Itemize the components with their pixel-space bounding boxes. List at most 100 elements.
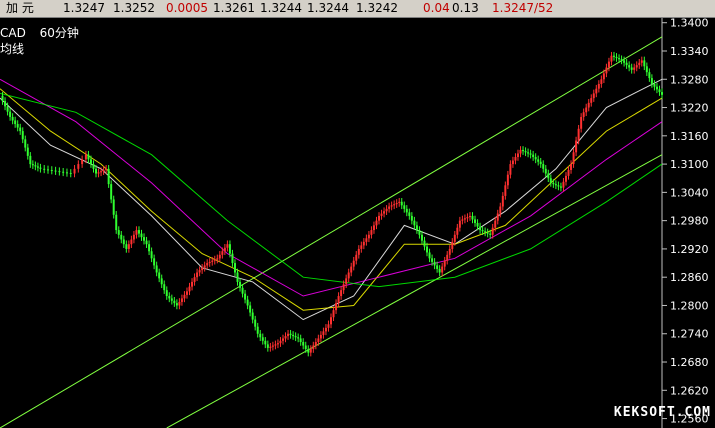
watermark: KEKSOFT.COM	[613, 405, 711, 420]
candle-body	[496, 213, 499, 221]
candle-body	[226, 244, 229, 248]
candle-body	[600, 79, 603, 84]
candle-body	[577, 128, 580, 141]
candle-body	[645, 66, 648, 73]
candle-body	[542, 164, 545, 169]
candle-body	[97, 172, 100, 174]
candle-body	[140, 233, 143, 238]
candle-body	[6, 106, 9, 112]
candle-body	[43, 168, 46, 170]
candle-body	[524, 151, 527, 153]
candle-body	[438, 268, 441, 273]
candle-body	[426, 246, 429, 253]
candle-body	[213, 259, 216, 261]
candle-body	[453, 234, 456, 242]
candle-body	[208, 261, 211, 264]
candle-body	[173, 300, 176, 304]
candle-body	[261, 337, 264, 341]
candle-body	[564, 175, 567, 182]
candle-body	[249, 305, 252, 313]
candle-body	[362, 241, 365, 246]
candle-body	[223, 247, 226, 252]
y-tick-label: 1.3160	[670, 130, 709, 143]
candle-body	[602, 73, 605, 80]
candle-body	[532, 154, 535, 158]
candle-body	[281, 338, 284, 341]
candle-body	[471, 215, 474, 220]
candle-body	[191, 281, 194, 287]
candle-body	[655, 86, 658, 90]
candle-body	[160, 278, 163, 285]
price-chart[interactable]: 1.3400 1.3340 1.3280 1.3220 1.3160 1.3100 1.30…	[0, 18, 715, 428]
candle-body	[269, 346, 272, 348]
candle-body	[110, 184, 113, 200]
candle-body	[324, 327, 327, 332]
candle-body	[372, 225, 375, 231]
candle-body	[47, 169, 50, 171]
candle-body	[211, 260, 214, 262]
candle-body	[180, 298, 183, 302]
candle-body	[405, 208, 408, 213]
candle-body	[309, 349, 312, 353]
candle-body	[562, 181, 565, 188]
candle-body	[474, 219, 477, 223]
y-tick-label: 1.3340	[670, 45, 709, 58]
candle-body	[456, 227, 459, 235]
candle-body	[395, 202, 398, 205]
quote-bar: 加 元 1.3247 1.3252 0.0005 1.3261 1.3244 1…	[0, 0, 715, 18]
candle-body	[153, 258, 156, 266]
candle-body	[239, 281, 242, 288]
candle-body	[266, 344, 269, 348]
ma-label: 均线	[0, 42, 25, 56]
candle-body	[246, 299, 249, 306]
candle-body	[11, 116, 14, 121]
candle-body	[390, 205, 393, 207]
y-tick-label: 1.2920	[670, 243, 709, 256]
candle-body	[1, 95, 4, 102]
candle-body	[254, 319, 257, 327]
candle-body	[340, 290, 343, 297]
candle-body	[380, 213, 383, 216]
quote-high: 1.3261	[213, 1, 255, 15]
candle-body	[481, 230, 484, 232]
candle-body	[165, 290, 168, 297]
candle-body	[319, 334, 322, 339]
period-label[interactable]: 60分钟	[40, 26, 79, 40]
candle-body	[342, 284, 345, 291]
candle-body	[552, 182, 555, 185]
ma-line	[0, 88, 663, 311]
ma-line	[0, 92, 663, 288]
candle-body	[14, 120, 17, 125]
candle-body	[420, 234, 423, 241]
candle-body	[418, 230, 421, 235]
candle-body	[413, 220, 416, 226]
candle-body	[514, 157, 517, 161]
candle-body	[100, 171, 103, 173]
candle-body	[196, 272, 199, 278]
quote-prev: 1.3242	[356, 1, 398, 15]
y-tick-label: 1.2680	[670, 356, 709, 369]
candle-body	[476, 223, 479, 227]
candle-body	[499, 206, 502, 214]
candle-body	[638, 62, 641, 66]
candle-body	[612, 55, 615, 57]
candle-body	[317, 338, 320, 342]
candle-body	[287, 333, 290, 337]
candle-body	[29, 155, 32, 165]
candle-body	[463, 218, 466, 220]
candle-body	[610, 55, 613, 62]
candle-body	[468, 215, 471, 218]
candle-body	[175, 303, 178, 306]
y-tick-label: 1.3280	[670, 73, 709, 86]
candle-body	[615, 56, 618, 59]
candle-body	[289, 333, 292, 335]
candle-body	[297, 337, 300, 339]
candle-body	[388, 206, 391, 209]
y-tick-label: 1.2740	[670, 328, 709, 341]
candle-body	[185, 291, 188, 295]
candle-body	[203, 265, 206, 268]
candle-body	[640, 60, 643, 63]
candle-body	[408, 212, 411, 216]
candle-body	[107, 168, 110, 185]
candle-body	[360, 245, 363, 249]
